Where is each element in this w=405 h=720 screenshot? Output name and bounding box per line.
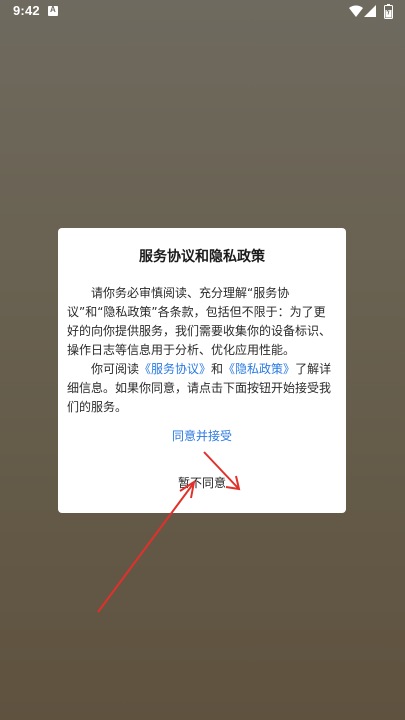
app-notification-icon — [48, 5, 58, 16]
signal-icon — [364, 5, 376, 17]
and-text: 和 — [211, 362, 224, 376]
privacy-dialog: 服务协议和隐私政策 请你务必审慎阅读、充分理解“服务协议”和“隐私政策”各条款，… — [58, 228, 346, 513]
battery-icon — [384, 4, 393, 19]
wifi-icon — [349, 5, 363, 17]
service-agreement-link[interactable]: 《服务协议》 — [139, 362, 211, 376]
privacy-policy-link[interactable]: 《隐私政策》 — [223, 362, 295, 376]
paragraph-2-prefix: 你可阅读 — [91, 362, 140, 376]
dialog-paragraph-2: 你可阅读《服务协议》和《隐私政策》了解详细信息。如果你同意，请点击下面按钮开始接… — [67, 360, 337, 417]
dialog-paragraph-1: 请你务必审慎阅读、充分理解“服务协议”和“隐私政策”各条款，包括但不限于：为了更… — [67, 286, 332, 357]
accept-button[interactable]: 同意并接受 — [58, 427, 346, 444]
status-time: 9:42 — [13, 3, 40, 18]
dialog-title: 服务协议和隐私政策 — [139, 249, 265, 265]
status-icons — [333, 4, 393, 20]
dialog-body: 请你务必审慎阅读、充分理解“服务协议”和“隐私政策”各条款，包括但不限于：为了更… — [67, 284, 337, 417]
decline-button[interactable]: 暂不同意 — [58, 474, 346, 491]
status-bar: 9:42 — [0, 0, 405, 24]
